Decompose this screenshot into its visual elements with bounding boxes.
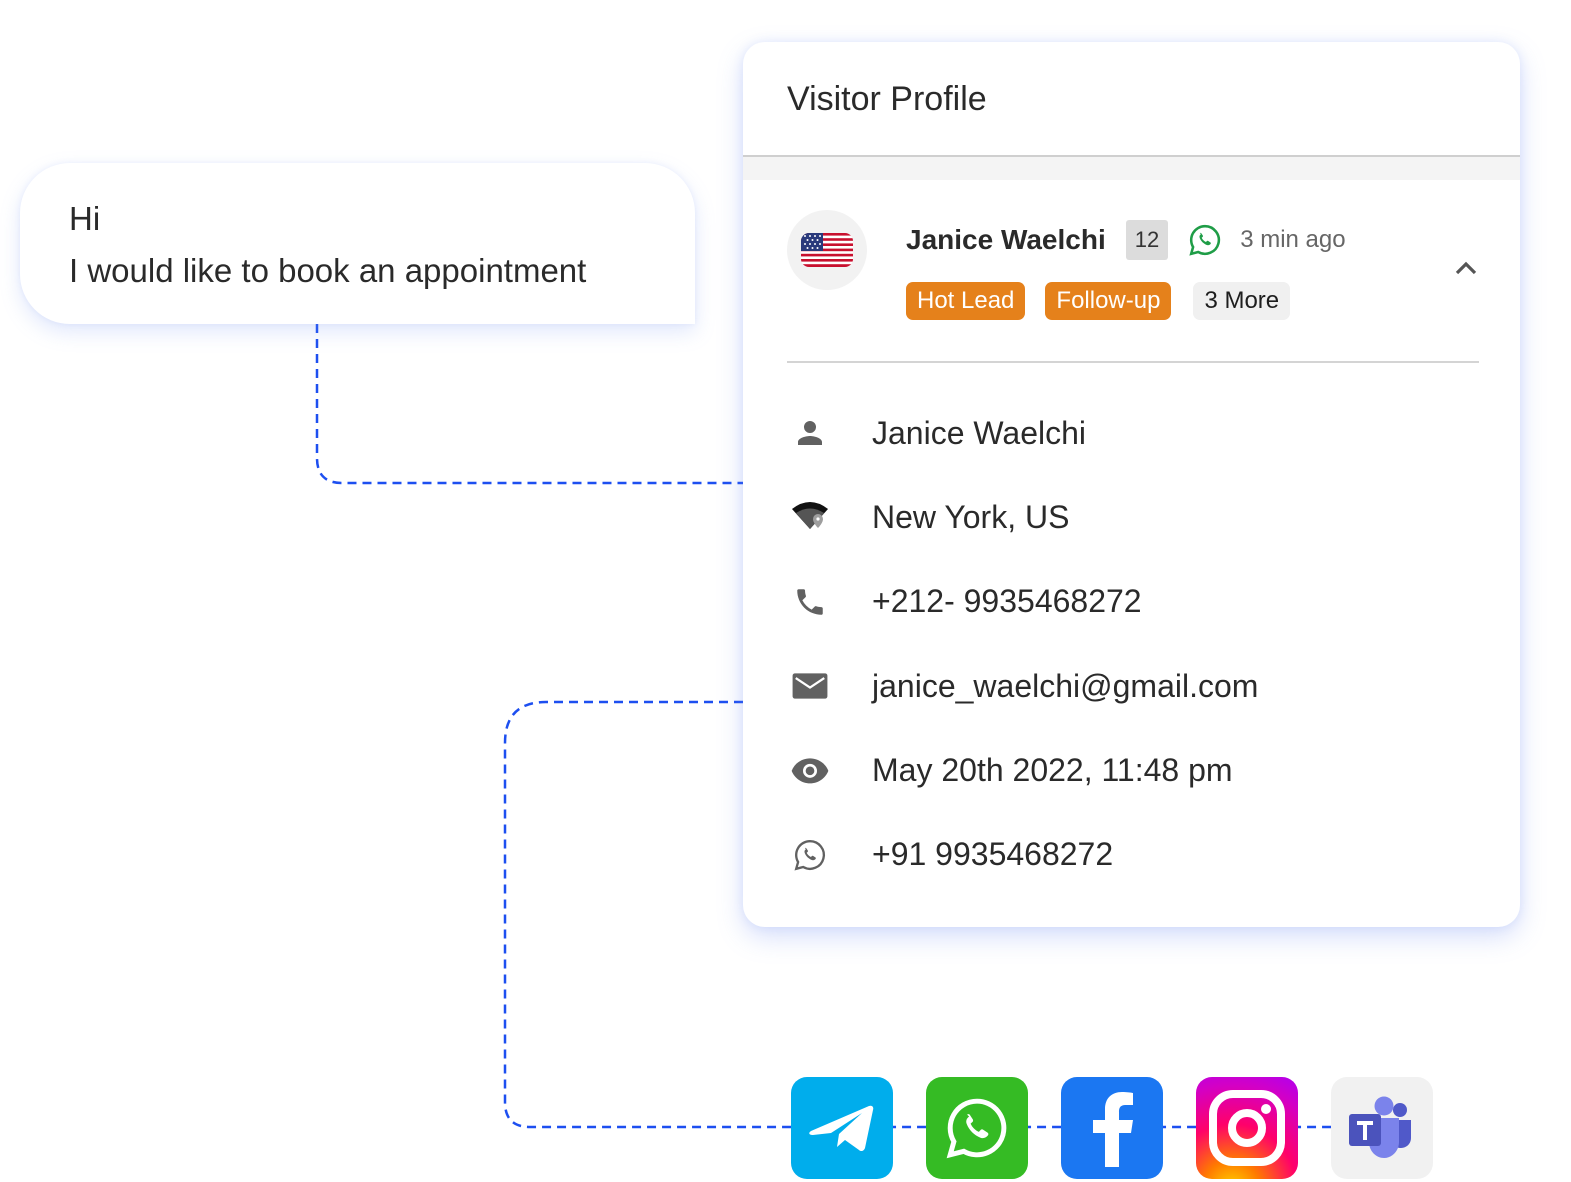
whatsapp-icon	[946, 1098, 1007, 1159]
detail-row-phone: +212- 9935468272	[790, 560, 1520, 644]
tag-hot-lead[interactable]: Hot Lead	[906, 282, 1026, 320]
visitor-summary: Janice Waelchi 12 3 min ago Hot Lead Fol…	[787, 180, 1479, 363]
visitor-details-list: Janice Waelchi New York, US +212- 993546…	[743, 363, 1520, 897]
detail-row-last-visit: May 20th 2022, 11:48 pm	[790, 728, 1520, 812]
card-title: Visitor Profile	[787, 80, 987, 118]
channel-instagram-button[interactable]	[1196, 1077, 1298, 1179]
location-icon	[792, 502, 828, 530]
telegram-icon	[809, 1105, 874, 1152]
card-header: Visitor Profile	[743, 42, 1520, 157]
visitor-name: Janice Waelchi	[906, 224, 1106, 255]
teams-icon	[1349, 1096, 1411, 1158]
tags-row: Hot Lead Follow-up 3 More	[906, 282, 1310, 320]
whatsapp-icon	[794, 839, 825, 871]
detail-last-visit-value: May 20th 2022, 11:48 pm	[872, 751, 1233, 788]
detail-name-value: Janice Waelchi	[872, 414, 1087, 451]
whatsapp-icon	[1189, 224, 1221, 256]
visitor-profile-card: Visitor Profile Janice Waelchi 12 3 min …	[743, 42, 1520, 927]
phone-icon	[797, 588, 823, 615]
last-seen-time: 3 min ago	[1240, 226, 1346, 253]
tag-follow-up[interactable]: Follow-up	[1045, 282, 1172, 320]
avatar	[787, 210, 867, 290]
more-tags-button[interactable]: 3 More	[1193, 282, 1291, 320]
channel-whatsapp-button[interactable]	[926, 1077, 1028, 1179]
channel-facebook-button[interactable]	[1061, 1077, 1163, 1179]
detail-email-value[interactable]: janice_waelchi@gmail.com	[872, 668, 1258, 705]
channel-telegram-button[interactable]	[791, 1077, 893, 1179]
detail-row-location: New York, US	[790, 475, 1520, 559]
detail-row-whatsapp: +91 9935468272	[790, 812, 1520, 896]
message-count-badge: 12	[1125, 220, 1169, 260]
visitor-name-row: Janice Waelchi 12 3 min ago	[906, 220, 1346, 260]
us-flag-icon	[801, 233, 853, 267]
eye-icon	[791, 758, 829, 784]
connector-chat-to-profile	[315, 324, 743, 485]
person-icon	[798, 421, 822, 446]
instagram-icon	[1209, 1090, 1285, 1166]
detail-row-name: Janice Waelchi	[790, 391, 1520, 475]
detail-whatsapp-value[interactable]: +91 9935468272	[872, 836, 1113, 873]
detail-row-email: janice_waelchi@gmail.com	[790, 644, 1520, 728]
chat-message-line: Hi	[69, 200, 101, 237]
chevron-up-icon[interactable]	[1453, 258, 1479, 278]
chat-message-line: I would like to book an appointment	[69, 252, 587, 289]
facebook-icon	[1093, 1092, 1133, 1167]
channel-teams-button[interactable]	[1331, 1077, 1433, 1179]
email-icon	[792, 673, 828, 699]
chat-message-bubble: Hi I would like to book an appointment	[20, 163, 695, 324]
card-subbar	[743, 157, 1520, 180]
detail-phone-value[interactable]: +212- 9935468272	[872, 583, 1142, 620]
detail-location-value: New York, US	[872, 498, 1070, 535]
